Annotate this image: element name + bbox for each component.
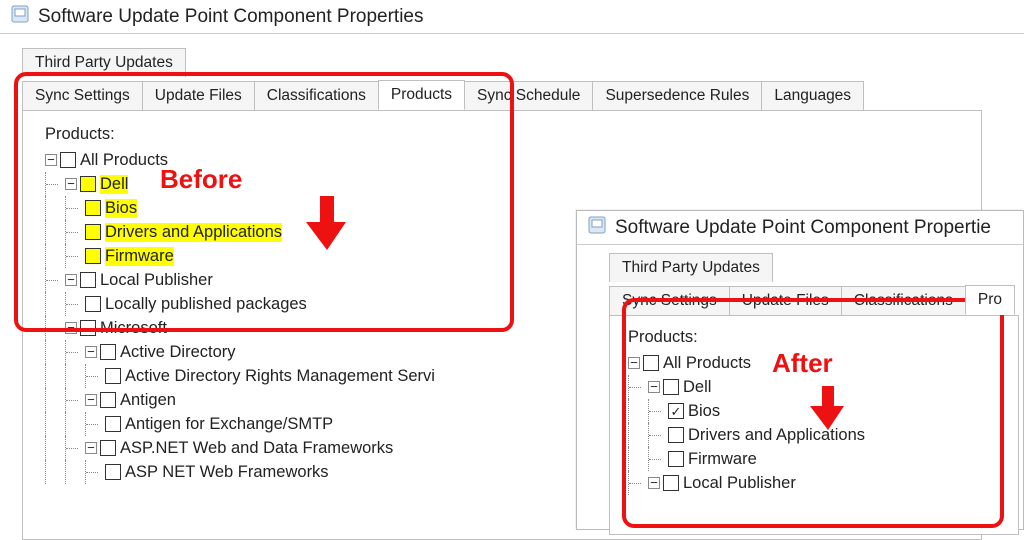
checkbox[interactable] (60, 152, 76, 168)
checkbox[interactable] (663, 379, 679, 395)
tree-item-dell[interactable]: − Dell (45, 172, 973, 196)
tree-item-local-publisher[interactable]: − Local Publisher (628, 471, 1012, 495)
checkbox[interactable] (80, 320, 96, 336)
checkbox[interactable] (85, 200, 101, 216)
after-dialog: Software Update Point Component Properti… (576, 210, 1024, 530)
checkbox[interactable] (668, 403, 684, 419)
titlebar-after: Software Update Point Component Properti… (577, 211, 1023, 245)
checkbox[interactable] (100, 392, 116, 408)
tab-control-after: Third Party Updates Sync Settings Update… (609, 285, 1023, 535)
checkbox[interactable] (105, 416, 121, 432)
products-tree-after: − All Products − Dell Bios (628, 351, 1012, 495)
checkbox[interactable] (100, 440, 116, 456)
tree-label: Microsoft (100, 319, 167, 338)
tab-update-files[interactable]: Update Files (729, 286, 842, 315)
products-label: Products: (45, 125, 973, 144)
tab-update-files[interactable]: Update Files (142, 81, 255, 110)
expander-icon[interactable]: − (628, 357, 640, 369)
tree-item-dell[interactable]: − Dell (628, 375, 1012, 399)
tree-label: ASP NET Web Frameworks (125, 463, 329, 482)
checkbox[interactable] (643, 355, 659, 371)
tab-languages[interactable]: Languages (761, 81, 864, 110)
tab-classifications[interactable]: Classifications (841, 286, 966, 315)
expander-icon[interactable]: − (648, 381, 660, 393)
tab-products[interactable]: Pro (965, 285, 1015, 315)
checkbox[interactable] (668, 427, 684, 443)
expander-icon[interactable]: − (65, 178, 77, 190)
window-title-after: Software Update Point Component Properti… (615, 217, 991, 239)
checkbox[interactable] (85, 248, 101, 264)
expander-icon[interactable]: − (45, 154, 57, 166)
checkbox[interactable] (85, 224, 101, 240)
expander-icon[interactable]: − (85, 346, 97, 358)
tree-label: Active Directory Rights Management Servi (125, 367, 435, 386)
tab-sync-schedule[interactable]: Sync Schedule (464, 81, 593, 110)
products-label: Products: (628, 328, 1012, 347)
tree-label: Drivers and Applications (105, 223, 282, 242)
tree-label: ASP.NET Web and Data Frameworks (120, 439, 393, 458)
checkbox[interactable] (85, 296, 101, 312)
checkbox[interactable] (663, 475, 679, 491)
expander-icon[interactable]: − (65, 274, 77, 286)
expander-icon[interactable]: − (65, 322, 77, 334)
tree-label: Local Publisher (100, 271, 213, 290)
tree-label: Bios (105, 199, 137, 218)
tree-item-all-products[interactable]: − All Products (628, 351, 1012, 375)
tree-label: Firmware (688, 450, 757, 469)
tab-products[interactable]: Products (378, 80, 465, 110)
tree-label: All Products (80, 151, 168, 170)
tree-label: Active Directory (120, 343, 236, 362)
tab-row-top: Third Party Updates (22, 48, 185, 77)
tab-third-party-updates[interactable]: Third Party Updates (22, 48, 186, 77)
tree-item-bios[interactable]: Bios (628, 399, 1012, 423)
checkbox[interactable] (105, 368, 121, 384)
tree-label: Dell (683, 378, 711, 397)
checkbox[interactable] (105, 464, 121, 480)
tree-label: Drivers and Applications (688, 426, 865, 445)
checkbox[interactable] (100, 344, 116, 360)
expander-icon[interactable]: − (85, 394, 97, 406)
checkbox[interactable] (80, 272, 96, 288)
app-icon (587, 215, 607, 240)
window-title: Software Update Point Component Properti… (38, 6, 424, 28)
expander-icon[interactable]: − (85, 442, 97, 454)
expander-icon[interactable]: − (648, 477, 660, 489)
tree-label: All Products (663, 354, 751, 373)
app-icon (10, 4, 30, 29)
tab-row-bottom: Sync Settings Update Files Classificatio… (22, 80, 1024, 110)
tree-item-firmware[interactable]: Firmware (628, 447, 1012, 471)
tab-third-party-updates[interactable]: Third Party Updates (609, 253, 773, 282)
tab-sync-settings[interactable]: Sync Settings (22, 81, 143, 110)
tab-body-after: Products: − All Products − Dell Bios (609, 315, 1019, 535)
tree-label: Locally published packages (105, 295, 307, 314)
tree-label: Antigen (120, 391, 176, 410)
tab-supersedence-rules[interactable]: Supersedence Rules (592, 81, 762, 110)
tree-item-all-products[interactable]: − All Products (45, 148, 973, 172)
tree-label: Antigen for Exchange/SMTP (125, 415, 333, 434)
checkbox[interactable] (668, 451, 684, 467)
tab-sync-settings[interactable]: Sync Settings (609, 286, 730, 315)
tree-label: Firmware (105, 247, 174, 266)
checkbox[interactable] (80, 176, 96, 192)
tree-label: Bios (688, 402, 720, 421)
tree-item-drivers-apps[interactable]: Drivers and Applications (628, 423, 1012, 447)
tree-label: Dell (100, 175, 128, 194)
tree-label: Local Publisher (683, 474, 796, 493)
titlebar: Software Update Point Component Properti… (0, 0, 1024, 34)
tab-classifications[interactable]: Classifications (254, 81, 379, 110)
